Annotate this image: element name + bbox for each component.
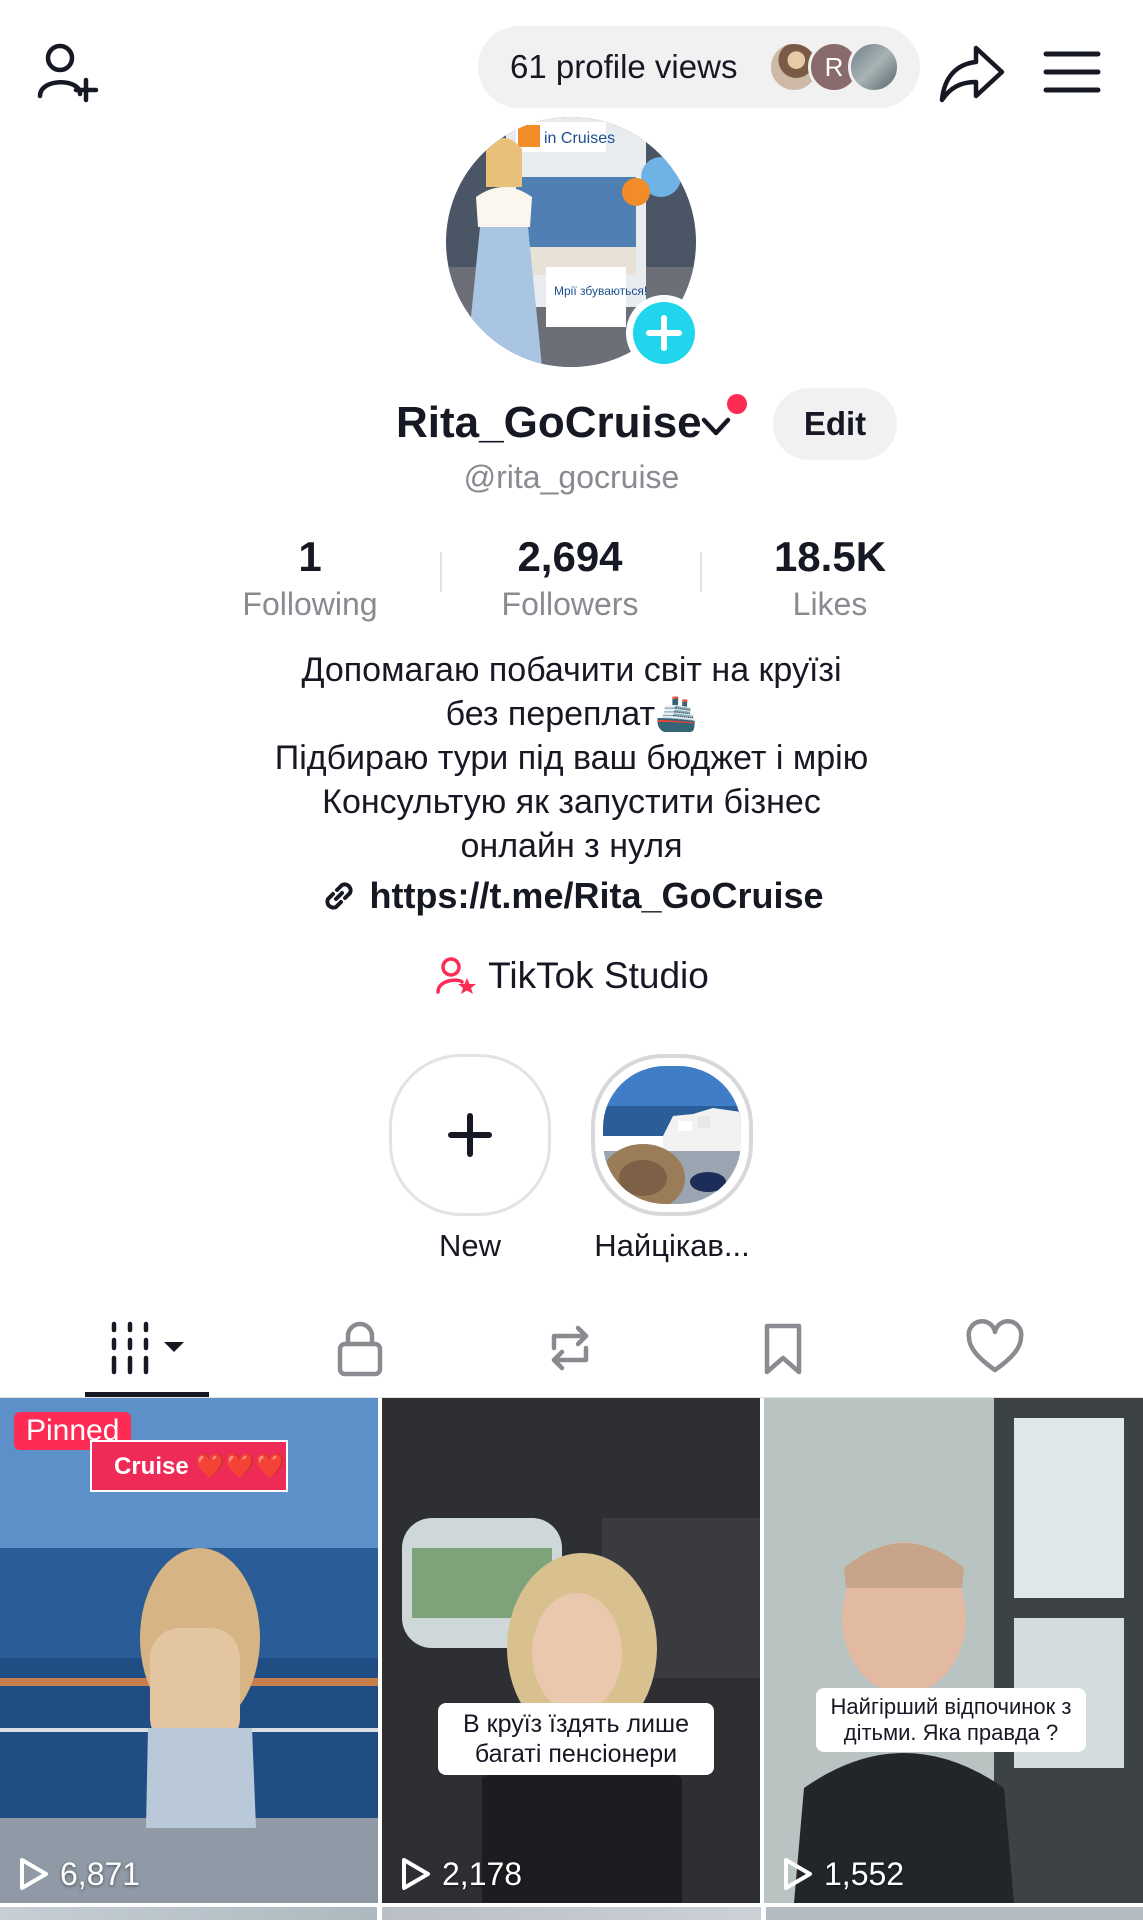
- video-overlay-text: Cruise ❤️❤️❤️: [90, 1440, 288, 1492]
- name-row: Rita_GoCruise Edit: [0, 388, 1143, 460]
- stat-label: Likes: [792, 586, 868, 622]
- next-row-thumbnails: [0, 1907, 1143, 1920]
- bio-link[interactable]: https://t.me/Rita_GoCruise: [0, 872, 1143, 920]
- notification-dot: [727, 394, 747, 414]
- lock-icon[interactable]: [330, 1318, 390, 1378]
- bookmark-icon[interactable]: [753, 1318, 813, 1378]
- username[interactable]: Rita_GoCruise: [396, 398, 702, 448]
- view-count: 2,178: [396, 1855, 522, 1893]
- profile-handle: @rita_gocruise: [463, 459, 680, 495]
- stat-value: 18.5K: [773, 533, 887, 580]
- video-caption: В круїз їздять лише багаті пенсіонери: [438, 1703, 714, 1775]
- avatar-sign-text: Мрії збуваються!: [554, 284, 647, 298]
- video-grid: Pinned Cruise ❤️❤️❤️ 6,871 В круїз їздят…: [0, 1398, 1143, 1920]
- view-count-text: 2,178: [442, 1855, 523, 1892]
- highlight-label: Найцікав...: [594, 1228, 750, 1263]
- profile-views-pill[interactable]: 61 profile views R: [478, 26, 920, 108]
- bio-line: Консультую як запустити бізнес: [322, 783, 821, 821]
- highlight-label: New: [438, 1228, 501, 1263]
- grid-icon[interactable]: [110, 1318, 190, 1378]
- bio-link-text[interactable]: https://t.me/Rita_GoCruise: [369, 875, 823, 917]
- stat-label: Followers: [501, 586, 639, 622]
- bio-line: онлайн з нуля: [460, 827, 683, 865]
- video-thumbnail[interactable]: Найгірший відпочинок з дітьми. Яка правд…: [764, 1398, 1143, 1903]
- highlight-circle: [591, 1054, 753, 1216]
- bio-line: Підбираю тури під ваш бюджет і мрію: [274, 739, 869, 777]
- view-count: 6,871: [14, 1855, 140, 1893]
- stat-label: Following: [242, 586, 378, 622]
- share-icon[interactable]: [936, 38, 1008, 110]
- highlight-circle: [389, 1054, 551, 1216]
- profile-stats: 1 Following 2,694 Followers 18.5K Likes: [180, 530, 960, 622]
- avatar-sign-brand: in Cruises: [544, 130, 615, 147]
- profile-views-text: 61 profile views: [510, 48, 738, 85]
- bio-line: без переплат🚢: [445, 695, 698, 733]
- highlight-thumbnail: [603, 1066, 741, 1204]
- plus-icon: [646, 315, 682, 351]
- highlight-new[interactable]: New: [389, 1054, 551, 1264]
- video-caption: Найгірший відпочинок з дітьми. Яка правд…: [816, 1688, 1086, 1752]
- stat-likes[interactable]: 18.5K Likes: [700, 530, 960, 624]
- stat-value: 1: [298, 533, 322, 580]
- stat-value: 2,694: [517, 533, 623, 580]
- tiktok-studio-label: TikTok Studio: [488, 955, 709, 996]
- viewer-avatar: [848, 41, 900, 93]
- add-avatar-button[interactable]: [626, 295, 702, 371]
- play-icon: [20, 1858, 48, 1890]
- view-count-text: 6,871: [60, 1855, 141, 1892]
- heart-icon[interactable]: [965, 1318, 1025, 1378]
- stat-followers[interactable]: 2,694 Followers: [440, 530, 700, 624]
- stat-following[interactable]: 1 Following: [180, 530, 440, 624]
- viewer-initial: R: [824, 51, 844, 82]
- view-count: 1,552: [778, 1855, 904, 1893]
- link-icon: [325, 882, 353, 910]
- bio: Допомагаю побачити світ на круїзі без пе…: [0, 648, 1143, 868]
- video-thumbnail[interactable]: В круїз їздять лише багаті пенсіонери 2,…: [382, 1398, 760, 1903]
- repost-icon[interactable]: [540, 1318, 600, 1378]
- chevron-down-icon[interactable]: [698, 408, 734, 444]
- menu-icon[interactable]: [1040, 42, 1104, 106]
- highlight-story[interactable]: Найцікав...: [591, 1054, 753, 1264]
- tiktok-studio-link[interactable]: TikTok Studio: [0, 952, 1143, 1000]
- play-icon: [784, 1858, 812, 1890]
- edit-profile-button[interactable]: Edit: [773, 388, 897, 460]
- video-thumbnail[interactable]: Pinned Cruise ❤️❤️❤️ 6,871: [0, 1398, 378, 1903]
- content-tabs: [0, 1300, 1143, 1398]
- add-friend-icon[interactable]: [32, 38, 104, 110]
- studio-icon: [436, 957, 477, 994]
- plus-icon: [448, 1113, 492, 1157]
- viewer-avatars: R: [768, 41, 900, 93]
- bio-line: Допомагаю побачити світ на круїзі: [301, 651, 842, 689]
- play-icon: [402, 1858, 430, 1890]
- view-count-text: 1,552: [824, 1855, 905, 1892]
